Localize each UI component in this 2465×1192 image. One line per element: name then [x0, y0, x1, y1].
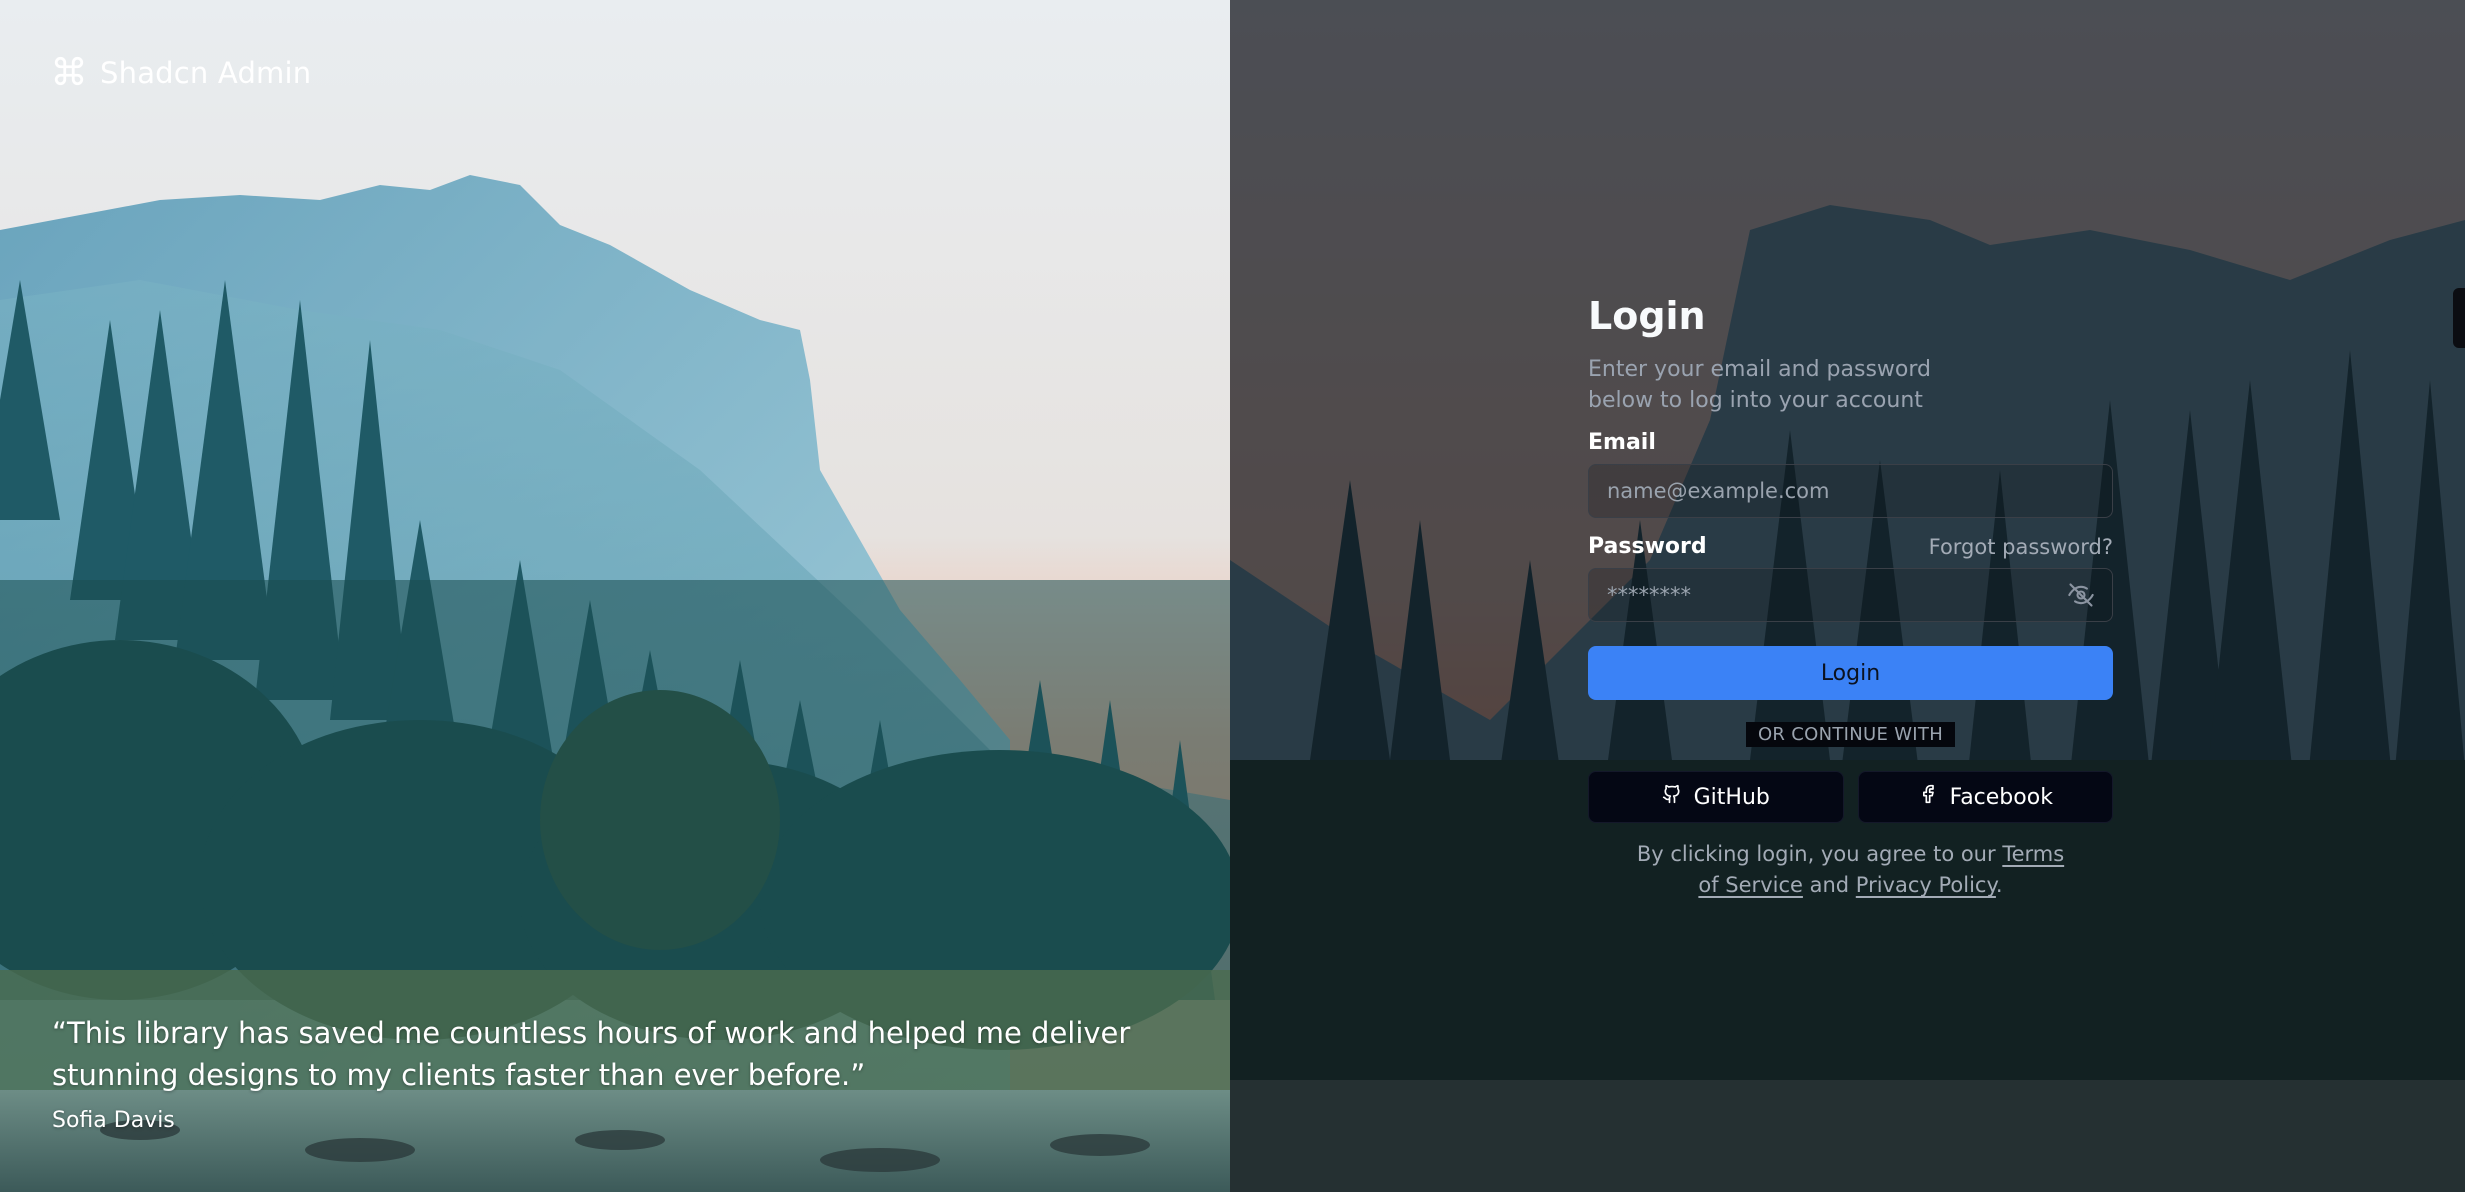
testimonial: “This library has saved me countless hou… [52, 1012, 1192, 1133]
command-icon [52, 54, 86, 92]
terms-prefix: By clicking login, you agree to our [1636, 842, 2003, 866]
divider: OR CONTINUE WITH [1588, 722, 2113, 747]
facebook-label: Facebook [1949, 784, 2053, 810]
privacy-policy-link[interactable]: Privacy Policy [1856, 873, 1996, 897]
login-button[interactable]: Login [1588, 646, 2113, 700]
login-page: Shadcn Admin “This library has saved me … [0, 0, 2465, 1192]
password-field[interactable]: ******** [1588, 568, 2113, 622]
terms-mid: and [1802, 873, 1856, 897]
brand-name: Shadcn Admin [100, 56, 312, 90]
testimonial-quote: “This library has saved me countless hou… [52, 1016, 1131, 1092]
brand: Shadcn Admin [52, 54, 311, 92]
facebook-button[interactable]: Facebook [1857, 771, 2113, 823]
divider-label: OR CONTINUE WITH [1745, 722, 1956, 747]
forgot-password-link[interactable]: Forgot password? [1929, 535, 2113, 559]
login-title: Login [1588, 294, 1706, 338]
password-label-row: Password Forgot password? [1588, 534, 2113, 559]
email-field[interactable]: name@example.com [1588, 464, 2113, 518]
github-icon [1662, 784, 1682, 810]
terms-suffix: . [1995, 873, 2003, 897]
social-login-row: GitHub Facebook [1588, 771, 2113, 823]
password-placeholder: ******** [1607, 583, 1691, 607]
email-label-row: Email [1588, 430, 2113, 455]
github-button[interactable]: GitHub [1588, 771, 1844, 823]
login-subtitle: Enter your email and password below to l… [1588, 357, 1931, 413]
edge-handle[interactable] [2453, 288, 2465, 348]
eye-off-icon[interactable] [2064, 578, 2098, 612]
terms-notice: By clicking login, you agree to our Term… [1588, 839, 2113, 901]
email-placeholder: name@example.com [1607, 479, 1830, 503]
github-label: GitHub [1693, 784, 1770, 810]
facebook-icon [1918, 784, 1938, 810]
login-form: Login Enter your email and password belo… [1588, 292, 2113, 901]
email-label: Email [1588, 430, 1656, 455]
testimonial-author: Sofia Davis [52, 1108, 175, 1133]
password-label: Password [1588, 534, 1707, 559]
